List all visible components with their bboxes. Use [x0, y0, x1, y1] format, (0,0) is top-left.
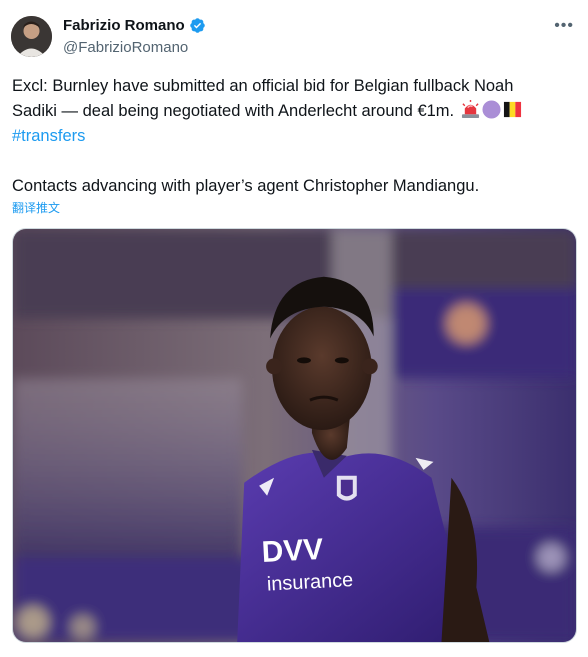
author-name-row[interactable]: Fabrizio Romano: [63, 17, 206, 34]
tweet-text-line2: Sadiki — deal being negotiated with Ande…: [12, 102, 455, 120]
author-display-name[interactable]: Fabrizio Romano: [63, 17, 185, 34]
author-handle[interactable]: @FabrizioRomano: [63, 39, 188, 56]
tweet[interactable]: Fabrizio Romano @FabrizioRomano ••• Excl…: [0, 0, 588, 657]
jersey-sponsor-top: DVV: [261, 533, 324, 569]
verified-badge-icon: [189, 17, 206, 34]
more-options-icon[interactable]: •••: [554, 18, 574, 34]
siren-emoji: [461, 100, 480, 119]
translate-link[interactable]: 翻译推文: [12, 199, 60, 216]
tweet-text: Excl: Burnley have submitted an official…: [12, 74, 578, 149]
avatar[interactable]: [11, 16, 52, 57]
jersey-sponsor-bottom: insurance: [266, 569, 353, 595]
hashtag-link[interactable]: #transfers: [12, 127, 85, 145]
tweet-text-paragraph2: Contacts advancing with player’s agent C…: [12, 177, 480, 195]
tweet-media-photo[interactable]: DVV insurance: [12, 228, 577, 643]
belgium-flag-emoji: [503, 100, 522, 119]
tweet-text-line1: Excl: Burnley have submitted an official…: [12, 77, 514, 95]
purple-circle-emoji: [482, 100, 501, 119]
